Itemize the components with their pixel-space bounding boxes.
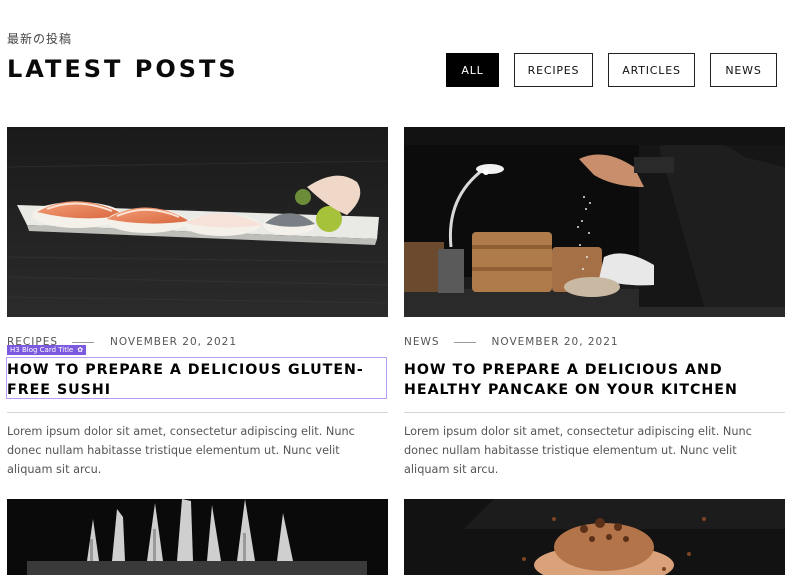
section-header: 最新の投稿 LATEST POSTS: [7, 30, 239, 83]
divider: [7, 412, 388, 413]
sushi-platter-photo[interactable]: [7, 127, 388, 317]
post-excerpt: Lorem ipsum dolor sit amet, consectetur …: [404, 425, 752, 476]
post-title[interactable]: HOW TO PREPARE A DELICIOUS GLUTEN-FREE S…: [7, 360, 388, 400]
blog-card: [404, 499, 785, 575]
post-excerpt: Lorem ipsum dolor sit amet, consectetur …: [7, 425, 355, 476]
editor-element-tag[interactable]: H3 Blog Card Title ✿: [7, 345, 87, 355]
filter-articles-button[interactable]: ARTICLES: [608, 53, 695, 87]
post-title[interactable]: HOW TO PREPARE A DELICIOUS AND HEALTHY P…: [404, 360, 785, 400]
section-subtitle: 最新の投稿: [7, 32, 73, 46]
editor-tag-label: H3 Blog Card Title: [10, 346, 74, 354]
filter-news-button[interactable]: NEWS: [710, 53, 777, 87]
post-meta: NEWS NOVEMBER 20, 2021: [404, 336, 785, 348]
blog-card: NEWS NOVEMBER 20, 2021 HOW TO PREPARE A …: [404, 127, 785, 479]
category-filters: ALL RECIPES ARTICLES NEWS: [446, 53, 777, 87]
gear-icon[interactable]: ✿: [77, 346, 83, 354]
post-category[interactable]: NEWS: [404, 336, 440, 348]
post-date: NOVEMBER 20, 2021: [491, 336, 619, 348]
meta-divider: [72, 341, 94, 343]
post-date: NOVEMBER 20, 2021: [110, 336, 238, 348]
blog-card: [7, 499, 388, 575]
filter-recipes-button[interactable]: RECIPES: [514, 53, 593, 87]
meta-divider: [453, 341, 476, 343]
blog-card-title-wrapper: H3 Blog Card Title ✿ HOW TO PREPARE A DE…: [6, 345, 388, 400]
filter-all-button[interactable]: ALL: [446, 53, 499, 87]
section-title: LATEST POSTS: [7, 55, 239, 83]
blog-card-title-wrapper: HOW TO PREPARE A DELICIOUS AND HEALTHY P…: [404, 360, 785, 400]
blog-card: RECIPES NOVEMBER 20, 2021 H3 Blog Card T…: [6, 127, 388, 479]
knives-photo[interactable]: [7, 499, 388, 575]
divider: [404, 412, 785, 413]
chocolate-dessert-photo[interactable]: [404, 499, 785, 575]
chef-seasoning-photo[interactable]: [404, 127, 785, 317]
